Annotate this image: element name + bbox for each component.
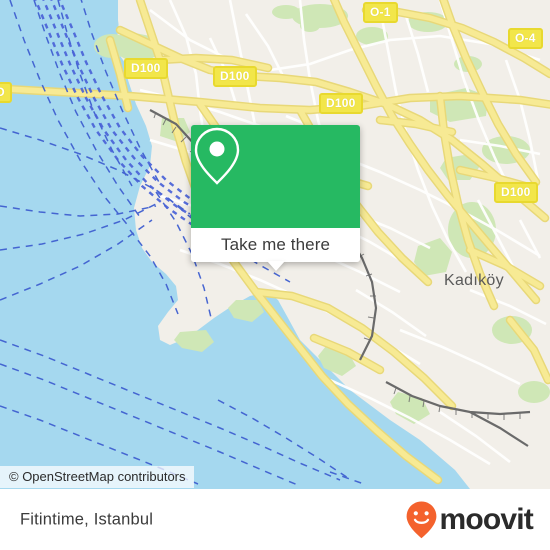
footer-bar: Fitintime, Istanbul moovit xyxy=(0,489,550,550)
moovit-pin-smiley-icon xyxy=(407,501,437,538)
moovit-brand[interactable]: moovit xyxy=(405,500,534,540)
road-shield-d100-4: D100 xyxy=(494,182,538,203)
take-me-there-label: Take me there xyxy=(220,235,331,254)
popup-pointer-icon xyxy=(266,261,285,271)
popup-icon-area xyxy=(191,125,360,228)
road-shield-d100-3: D100 xyxy=(319,93,363,114)
footer-place-title: Fitintime, Istanbul xyxy=(20,510,154,528)
osm-attribution[interactable]: © OpenStreetMap contributors xyxy=(0,466,194,488)
place-label-kadikoy: Kadıköy xyxy=(444,272,504,289)
moovit-map-screenshot: D100 D100 D100 D100 O-1 O-4 D Kadıköy Ta… xyxy=(0,0,550,550)
road-shield-d100-1: D100 xyxy=(124,58,168,79)
road-shield-d100-2: D100 xyxy=(213,66,257,87)
road-shield-edge-clipped: D xyxy=(0,82,12,103)
road-shield-o4: O-4 xyxy=(508,28,543,49)
destination-popup-card[interactable]: Take me there xyxy=(191,125,360,271)
road-shield-o1: O-1 xyxy=(363,2,398,23)
map-pin-icon xyxy=(194,127,240,185)
map-canvas[interactable]: D100 D100 D100 D100 O-1 O-4 D Kadıköy Ta… xyxy=(0,0,550,489)
take-me-there-button[interactable]: Take me there xyxy=(191,228,360,271)
moovit-wordmark: moovit xyxy=(439,502,533,536)
